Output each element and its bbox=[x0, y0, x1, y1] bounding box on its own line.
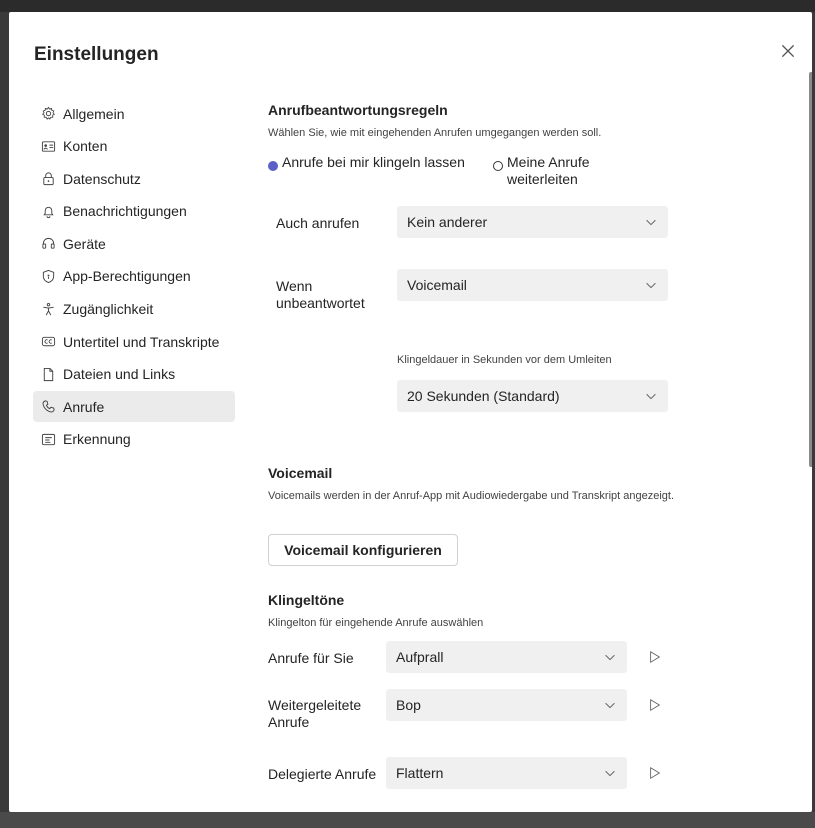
backdrop bbox=[0, 0, 815, 12]
sidebar-item-dateien-und-links[interactable]: Dateien und Links bbox=[33, 359, 235, 390]
sidebar-item-allgemein[interactable]: Allgemein bbox=[33, 98, 235, 129]
sidebar-item-label: Anrufe bbox=[63, 398, 105, 415]
sidebar-item-benachrichtigungen[interactable]: Benachrichtigungen bbox=[33, 196, 235, 227]
sidebar-item-datenschutz[interactable]: Datenschutz bbox=[33, 163, 235, 194]
play-icon[interactable] bbox=[648, 650, 662, 664]
headset-icon bbox=[40, 236, 56, 252]
sidebar-item-label: Geräte bbox=[63, 235, 106, 252]
dialog-title: Einstellungen bbox=[34, 44, 159, 65]
id-card-icon bbox=[40, 138, 56, 154]
sidebar-item-erkennung[interactable]: Erkennung bbox=[33, 424, 235, 455]
play-icon[interactable] bbox=[648, 698, 662, 712]
radio-ring-me-label: Anrufe bei mir klingeln lassen bbox=[282, 154, 465, 170]
ringtone-value: Flattern bbox=[396, 765, 444, 781]
chevron-down-icon bbox=[603, 698, 617, 712]
settings-dialog: Einstellungen Allgemein Konten Datenschu… bbox=[9, 12, 812, 812]
recognition-icon bbox=[40, 431, 56, 447]
gear-icon bbox=[40, 106, 56, 122]
accessibility-icon bbox=[40, 301, 56, 317]
bell-icon bbox=[40, 203, 56, 219]
ringtone-value: Bop bbox=[396, 697, 421, 713]
also-ring-value: Kein anderer bbox=[407, 214, 488, 230]
sidebar-item-anrufe[interactable]: Anrufe bbox=[33, 391, 235, 423]
answer-rules-description: Wählen Sie, wie mit eingehenden Anrufen … bbox=[268, 127, 602, 139]
ringtone-dropdown-calls[interactable]: Aufprall bbox=[386, 641, 627, 673]
sidebar-item-konten[interactable]: Konten bbox=[33, 131, 235, 162]
sidebar-item-label: Konten bbox=[63, 138, 108, 155]
ringtone-row-label: Weitergeleitete Anrufe bbox=[268, 697, 362, 730]
ringtone-row-label: Delegierte Anrufe bbox=[268, 766, 377, 782]
sidebar-item-label: Datenschutz bbox=[63, 170, 141, 187]
voicemail-description: Voicemails werden in der Anruf-App mit A… bbox=[268, 490, 675, 502]
answer-rules-heading: Anrufbeantwortungsregeln bbox=[268, 102, 448, 118]
scrollbar[interactable] bbox=[809, 72, 812, 467]
phone-icon bbox=[40, 399, 56, 415]
radio-forward[interactable]: Meine Anrufe weiterleiten bbox=[493, 154, 653, 188]
unanswered-label: Wenn unbeantwortet bbox=[276, 278, 365, 311]
calls-settings-panel: Anrufbeantwortungsregeln Wählen Sie, wie… bbox=[266, 12, 786, 812]
radio-button-checked[interactable] bbox=[268, 161, 278, 171]
radio-forward-label: Meine Anrufe weiterleiten bbox=[507, 154, 590, 187]
sidebar-item-label: Untertitel und Transkripte bbox=[63, 333, 220, 350]
unanswered-dropdown[interactable]: Voicemail bbox=[397, 269, 668, 301]
ringtone-value: Aufprall bbox=[396, 649, 444, 665]
sidebar-item-label: Zugänglichkeit bbox=[63, 301, 154, 318]
ring-duration-caption: Klingeldauer in Sekunden vor dem Umleite… bbox=[397, 354, 612, 366]
sidebar-item-geraete[interactable]: Geräte bbox=[33, 228, 235, 259]
also-ring-label: Auch anrufen bbox=[276, 215, 360, 231]
chevron-down-icon bbox=[644, 278, 658, 292]
shield-icon bbox=[40, 268, 56, 284]
backdrop-taskbar bbox=[0, 812, 815, 828]
radio-ring-me[interactable]: Anrufe bei mir klingeln lassen bbox=[268, 154, 478, 171]
chevron-down-icon bbox=[644, 215, 658, 229]
cc-icon bbox=[40, 334, 56, 350]
document-icon bbox=[40, 366, 56, 382]
chevron-down-icon bbox=[644, 389, 658, 403]
sidebar-item-label: Allgemein bbox=[63, 105, 125, 122]
configure-voicemail-button[interactable]: Voicemail konfigurieren bbox=[268, 534, 458, 566]
chevron-down-icon bbox=[603, 766, 617, 780]
sidebar-item-label: Benachrichtigungen bbox=[63, 203, 187, 220]
ringtones-heading: Klingeltöne bbox=[268, 592, 345, 608]
ringtone-dropdown-forwarded[interactable]: Bop bbox=[386, 689, 627, 721]
sidebar-item-label: Dateien und Links bbox=[63, 366, 176, 383]
unanswered-value: Voicemail bbox=[407, 277, 467, 293]
sidebar-item-zugaenglichkeit[interactable]: Zugänglichkeit bbox=[33, 294, 235, 325]
ringtone-row-label: Anrufe für Sie bbox=[268, 650, 354, 666]
chevron-down-icon bbox=[603, 650, 617, 664]
ringtone-dropdown-delegated[interactable]: Flattern bbox=[386, 757, 627, 789]
ringtones-description: Klingelton für eingehende Anrufe auswähl… bbox=[268, 617, 484, 629]
voicemail-heading: Voicemail bbox=[268, 465, 333, 481]
sidebar-item-label: App-Berechtigungen bbox=[63, 268, 191, 285]
sidebar-item-untertitel[interactable]: Untertitel und Transkripte bbox=[33, 326, 235, 357]
ring-duration-dropdown[interactable]: 20 Sekunden (Standard) bbox=[397, 380, 668, 412]
radio-button-unchecked[interactable] bbox=[493, 161, 503, 171]
sidebar-item-label: Erkennung bbox=[63, 431, 131, 448]
play-icon[interactable] bbox=[648, 766, 662, 780]
sidebar-item-app-berechtigungen[interactable]: App-Berechtigungen bbox=[33, 261, 235, 292]
settings-sidebar: Allgemein Konten Datenschutz Benachricht… bbox=[33, 98, 235, 457]
also-ring-dropdown[interactable]: Kein anderer bbox=[397, 206, 668, 238]
lock-icon bbox=[40, 171, 56, 187]
ring-duration-value: 20 Sekunden (Standard) bbox=[407, 388, 560, 404]
